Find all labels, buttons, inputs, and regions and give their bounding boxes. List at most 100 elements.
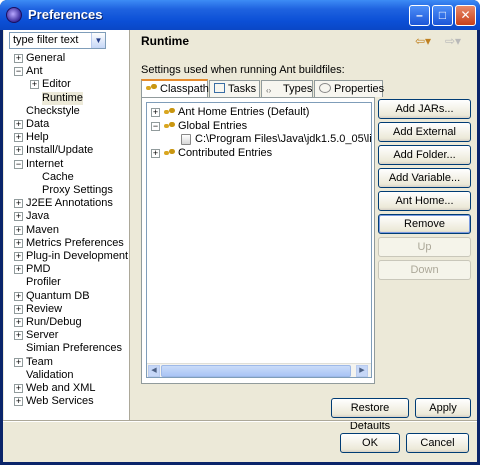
tree-item[interactable]: + Quantum DB bbox=[4, 290, 130, 303]
tree-item[interactable]: + General bbox=[4, 52, 130, 65]
tree-item[interactable]: + Web Services bbox=[4, 395, 130, 408]
expand-icon[interactable]: + bbox=[151, 108, 160, 117]
expand-icon[interactable]: + bbox=[14, 238, 23, 248]
expand-icon[interactable]: + bbox=[14, 397, 23, 407]
tree-item-label: Editor bbox=[42, 78, 71, 91]
expand-icon[interactable]: + bbox=[14, 331, 23, 341]
classpath-entry-label: C:\Program Files\Java\jdk1.5.0_05\lib\to… bbox=[195, 133, 372, 145]
tab-classpath[interactable]: Classpath bbox=[141, 79, 209, 98]
add-external-jars-button[interactable]: Add External JARs... bbox=[378, 122, 471, 156]
tab-tasks[interactable]: Tasks bbox=[209, 80, 260, 97]
collapse-icon[interactable]: − bbox=[14, 159, 23, 169]
expand-icon[interactable]: + bbox=[14, 357, 23, 367]
scroll-left-icon[interactable]: ◀ bbox=[148, 365, 160, 377]
tree-item[interactable]: + Editor bbox=[4, 78, 130, 91]
tree-item-label: Simian Preferences bbox=[26, 342, 122, 355]
tree-item[interactable]: − Internet bbox=[4, 158, 130, 171]
up-button[interactable]: Up bbox=[378, 237, 471, 257]
tree-item-label: J2EE Annotations bbox=[26, 197, 113, 210]
scroll-right-icon[interactable]: ▶ bbox=[356, 365, 368, 377]
scroll-thumb[interactable] bbox=[161, 365, 351, 377]
expand-icon[interactable]: + bbox=[14, 54, 23, 63]
back-arrow-icon[interactable]: ⇦▾ bbox=[415, 34, 431, 48]
tree-item[interactable]: + Server bbox=[4, 329, 130, 342]
ant-icon bbox=[164, 107, 175, 117]
tree-item-label: Validation bbox=[26, 368, 74, 381]
collapse-icon[interactable]: − bbox=[151, 121, 160, 131]
tree-item[interactable]: + Maven bbox=[4, 224, 130, 237]
classpath-tree[interactable]: + Ant Home Entries (Default) − Global Entri… bbox=[146, 102, 372, 378]
expand-icon[interactable]: + bbox=[14, 318, 23, 327]
expand-icon[interactable]: + bbox=[30, 80, 39, 90]
tree-item[interactable]: + Run/Debug bbox=[4, 316, 130, 329]
expand-icon[interactable]: + bbox=[14, 384, 23, 393]
tree-item[interactable]: + Plug-in Development bbox=[4, 250, 130, 263]
remove-button[interactable]: Remove bbox=[378, 214, 471, 234]
tab-label: Tasks bbox=[228, 83, 257, 95]
apply-button[interactable]: Apply bbox=[415, 398, 471, 418]
expand-icon[interactable]: + bbox=[14, 212, 23, 222]
cancel-button[interactable]: Cancel bbox=[406, 433, 469, 453]
restore-defaults-button[interactable]: Restore Defaults bbox=[331, 398, 409, 432]
tree-item[interactable]: Runtime bbox=[4, 91, 130, 105]
close-button[interactable]: ✕ bbox=[455, 5, 476, 26]
footer-separator bbox=[3, 420, 477, 422]
tree-item[interactable]: + Review bbox=[4, 303, 130, 316]
preference-tree-panel: type filter text ▼ + General − Ant + Editor Ru… bbox=[4, 30, 130, 420]
down-button[interactable]: Down bbox=[378, 260, 471, 280]
tree-item[interactable]: + Metrics Preferences bbox=[4, 237, 130, 250]
expand-icon[interactable]: + bbox=[14, 146, 23, 156]
maximize-button[interactable]: □ bbox=[432, 5, 453, 26]
expand-icon[interactable]: + bbox=[14, 304, 23, 314]
tree-item-label: Help bbox=[26, 131, 49, 144]
tree-item-label: Plug-in Development bbox=[26, 250, 129, 262]
collapse-icon[interactable]: − bbox=[14, 67, 23, 77]
tree-item[interactable]: − Ant bbox=[4, 65, 130, 78]
tab-label: Types bbox=[283, 83, 313, 95]
tree-item-label: Checkstyle bbox=[26, 104, 80, 117]
ant-home-button[interactable]: Ant Home... bbox=[378, 191, 471, 211]
dialog-body: type filter text ▼ + General − Ant + Editor Ru… bbox=[3, 30, 477, 462]
tree-item[interactable]: + PMD bbox=[4, 263, 130, 276]
filter-dropdown-arrow-icon[interactable]: ▼ bbox=[91, 33, 105, 48]
tree-item[interactable]: + Team bbox=[4, 356, 130, 369]
tree-item-label: Install/Update bbox=[26, 144, 94, 157]
horizontal-scrollbar[interactable]: ◀ ▶ bbox=[147, 363, 371, 377]
tree-item-label: PMD bbox=[26, 263, 51, 276]
add-jars-button[interactable]: Add JARs... bbox=[378, 99, 471, 119]
tree-item[interactable]: Checkstyle bbox=[4, 105, 130, 118]
tree-item[interactable]: Validation bbox=[4, 369, 130, 382]
expand-icon[interactable]: + bbox=[14, 120, 23, 129]
eclipse-icon bbox=[6, 7, 22, 23]
expand-icon[interactable]: + bbox=[14, 133, 23, 143]
tree-item[interactable]: + Help bbox=[4, 131, 130, 144]
tree-item-label: Data bbox=[26, 118, 50, 130]
expand-icon[interactable]: + bbox=[14, 265, 23, 275]
expand-icon[interactable]: + bbox=[14, 252, 23, 261]
preferences-window: Preferences – □ ✕ type filter text ▼ + Ge… bbox=[0, 0, 480, 465]
ok-button[interactable]: OK bbox=[340, 433, 400, 453]
tree-item[interactable]: Simian Preferences bbox=[4, 342, 130, 355]
tree-item[interactable]: Proxy Settings bbox=[4, 184, 130, 197]
expand-icon[interactable]: + bbox=[14, 225, 23, 235]
tree-item[interactable]: + Web and XML bbox=[4, 382, 130, 395]
tree-item[interactable]: Profiler bbox=[4, 276, 130, 289]
forward-arrow-icon[interactable]: ⇨▾ bbox=[445, 34, 461, 48]
title-bar[interactable]: Preferences – □ ✕ bbox=[0, 0, 480, 30]
expand-icon[interactable]: + bbox=[14, 199, 23, 209]
tree-item[interactable]: + Java bbox=[4, 210, 130, 223]
page-title: Runtime bbox=[141, 34, 189, 48]
tree-item-label: Metrics Preferences bbox=[26, 236, 124, 249]
expand-icon[interactable]: + bbox=[14, 291, 23, 301]
tree-item[interactable]: Cache bbox=[4, 171, 130, 184]
add-folder-button[interactable]: Add Folder... bbox=[378, 145, 471, 165]
tree-item-label: Internet bbox=[26, 157, 64, 170]
expand-icon[interactable]: + bbox=[151, 148, 160, 158]
add-variable-button[interactable]: Add Variable... bbox=[378, 168, 471, 188]
tree-item[interactable]: + Data bbox=[4, 118, 130, 131]
tab-properties[interactable]: Properties bbox=[314, 80, 384, 97]
tab-types[interactable]: ‹› Types bbox=[261, 80, 313, 97]
minimize-button[interactable]: – bbox=[409, 5, 430, 26]
tree-item[interactable]: + J2EE Annotations bbox=[4, 197, 130, 210]
tree-item[interactable]: + Install/Update bbox=[4, 144, 130, 157]
